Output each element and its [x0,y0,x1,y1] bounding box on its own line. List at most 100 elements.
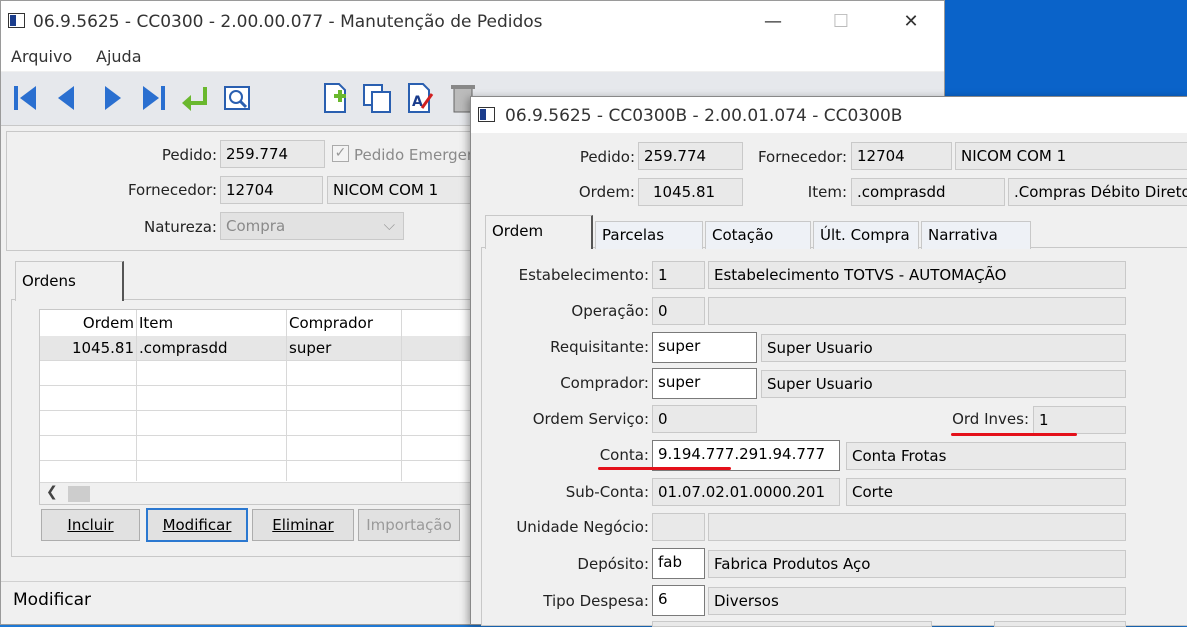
ord-inves-field[interactable]: 1 [1033,406,1126,434]
new-icon[interactable] [319,81,351,115]
eliminar-button[interactable]: Eliminar [252,509,354,541]
goto-icon[interactable] [179,81,211,115]
importacao-button-label: Importação [366,516,452,534]
comprador-field[interactable]: super [652,368,757,399]
desktop-background [945,0,1187,100]
operacao-label: Operação: [571,302,649,320]
estabelecimento-code-field[interactable]: 1 [652,261,705,289]
popup-title-bar[interactable]: 06.9.5625 - CC0300B - 2.00.01.074 - CC03… [471,97,1187,133]
cell-ordem: 1045.81 [40,336,137,361]
chevron-down-icon: ⌵ [383,216,395,234]
menu-ajuda[interactable]: Ajuda [96,47,142,66]
svg-text:A: A [412,94,423,110]
subconta-desc-field: Corte [846,478,1126,506]
previous-record-icon[interactable] [51,81,83,115]
comprador-name-field: Super Usuario [761,370,1126,398]
popup-ordem-label: Ordem: [578,183,635,201]
popup-fornecedor-name-field: NICOM COM 1 [955,142,1187,170]
empty-row [40,361,478,386]
ordem-servico-field[interactable]: 0 [652,405,757,433]
partial-field [994,621,1126,627]
tab-ult-compra[interactable]: Últ. Compra [813,221,919,249]
minimize-button[interactable]: — [753,11,793,32]
app-icon [8,13,25,28]
tipo-despesa-field[interactable]: 6 [652,585,705,616]
popup-fornecedor-label: Fornecedor: [757,148,847,166]
cell-comprador: super [287,336,402,361]
importacao-button[interactable]: Importação [358,509,460,541]
popup-pedido-label: Pedido: [579,148,635,166]
modificar-button[interactable]: Modificar [146,508,248,542]
empty-row [40,436,478,461]
horizontal-scrollbar[interactable]: ❮ [40,482,478,504]
tab-ordens[interactable]: Ordens [15,261,124,301]
natureza-select[interactable]: Compra ⌵ [220,212,404,240]
unidade-negocio-field[interactable] [652,513,705,541]
deposito-field[interactable]: fab [652,548,705,579]
edit-icon[interactable]: A [404,81,436,115]
comprador-label: Comprador: [560,374,649,392]
main-title-bar[interactable]: 06.9.5625 - CC0300 - 2.00.00.077 - Manut… [1,1,944,43]
column-header-ordem[interactable]: Ordem [40,310,137,336]
operacao-desc-field [708,297,1126,325]
tab-parcelas[interactable]: Parcelas [595,221,703,249]
operacao-field[interactable]: 0 [652,297,705,325]
popup-item-code-field[interactable]: .comprasdd [851,178,1005,206]
status-text: Modificar [13,590,92,610]
deposito-label: Depósito: [577,555,649,573]
tipo-despesa-desc-field: Diversos [708,587,1126,615]
requisitante-field[interactable]: super [652,332,757,363]
menu-arquivo[interactable]: Arquivo [11,47,72,66]
pedido-label: Pedido: [161,146,217,164]
natureza-value: Compra [226,217,286,235]
main-window-title: 06.9.5625 - CC0300 - 2.00.00.077 - Manut… [33,12,543,32]
popup-pedido-field[interactable]: 259.774 [638,142,743,170]
tab-ordem[interactable]: Ordem [485,215,593,249]
eliminar-button-label: Eliminar [272,516,334,534]
partial-field [652,621,932,627]
incluir-button-label: Incluir [67,516,114,534]
fornecedor-code-field[interactable]: 12704 [220,176,323,204]
empty-row [40,411,478,436]
popup-ordem-field[interactable]: 1045.81 [638,178,743,206]
scroll-left-icon[interactable]: ❮ [46,484,58,500]
tab-narrativa[interactable]: Narrativa [921,221,1031,249]
popup-window: 06.9.5625 - CC0300B - 2.00.01.074 - CC03… [470,96,1187,627]
requisitante-name-field: Super Usuario [761,334,1126,362]
close-button[interactable]: ✕ [891,11,931,32]
tipo-despesa-label: Tipo Despesa: [543,592,649,610]
column-header-item[interactable]: Item [137,310,287,336]
tab-cotacao[interactable]: Cotação [705,221,811,249]
zoom-search-icon[interactable] [221,81,253,115]
cell-item: .comprasdd [137,336,287,361]
popup-window-title: 06.9.5625 - CC0300B - 2.00.01.074 - CC03… [505,106,903,126]
unidade-negocio-desc-field [708,513,1126,541]
last-record-icon[interactable] [138,81,170,115]
popup-item-label: Item: [807,183,847,201]
unidade-negocio-label: Unidade Negócio: [516,518,649,536]
emergencial-label: Pedido Emergen [354,146,477,164]
conta-annotation [598,467,731,470]
next-record-icon[interactable] [96,81,128,115]
requisitante-label: Requisitante: [550,338,649,356]
ord-inves-label: Ord Inves: [952,410,1029,428]
table-row[interactable]: 1045.81 .comprasdd super [40,336,478,361]
app-icon [478,107,495,122]
subconta-label: Sub-Conta: [565,483,649,501]
popup-fornecedor-code-field[interactable]: 12704 [851,142,952,170]
scrollbar-thumb[interactable] [68,486,90,502]
orders-grid: Ordem Item Comprador 1045.81 .comprasdd … [39,309,479,505]
maximize-button[interactable]: ☐ [821,11,861,32]
conta-label: Conta: [599,446,649,464]
pedido-field[interactable]: 259.774 [220,140,325,168]
natureza-label: Natureza: [144,218,217,236]
popup-item-desc-field: .Compras Débito Direto - [1008,178,1187,206]
emergencial-checkbox[interactable]: ✓ [332,145,349,162]
first-record-icon[interactable] [9,81,41,115]
fornecedor-name-field: NICOM COM 1 [327,176,477,204]
column-header-comprador[interactable]: Comprador [287,310,402,336]
subconta-field[interactable]: 01.07.02.01.0000.201 [652,478,840,506]
incluir-button[interactable]: Incluir [41,509,140,541]
conta-desc-field: Conta Frotas [846,442,1126,470]
copy-icon[interactable] [361,81,393,115]
